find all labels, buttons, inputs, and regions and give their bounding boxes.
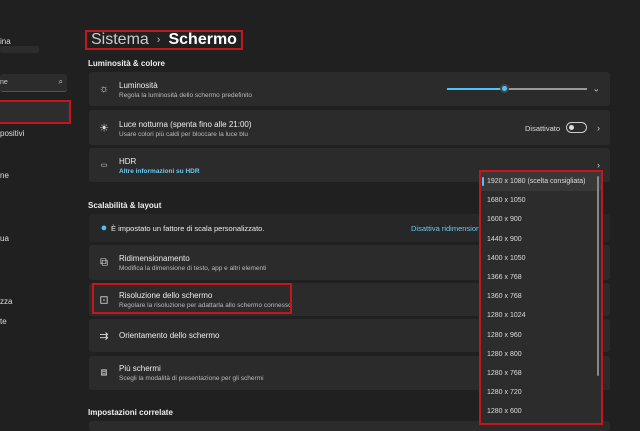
resolution-option[interactable]: 1440 x 900: [481, 230, 601, 249]
resolution-option[interactable]: 1280 x 1024: [481, 306, 601, 325]
sidebar-item[interactable]: zza: [0, 297, 12, 306]
account-email: [0, 46, 39, 53]
search-input[interactable]: ne ⌕: [0, 74, 67, 92]
brightness-slider[interactable]: [447, 84, 587, 93]
card-subtitle: Modifica la dimensione di testo, app e a…: [119, 265, 267, 272]
section-heading: Luminosità & colore: [88, 59, 165, 68]
section-heading: Impostazioni correlate: [88, 408, 173, 417]
sidebar-item[interactable]: te: [0, 317, 7, 326]
chevron-down-icon[interactable]: ⌄: [592, 84, 600, 95]
card-title: Luminosità: [119, 81, 158, 90]
hdr-link[interactable]: Altre informazioni su HDR: [119, 168, 200, 175]
multi-display-icon: ⧈: [100, 366, 108, 379]
sidebar-item-sistema[interactable]: [0, 100, 71, 124]
resolution-option[interactable]: 1400 x 1050: [481, 249, 601, 268]
breadcrumb-parent[interactable]: Sistema: [91, 31, 149, 49]
night-light-card[interactable]: ☀ Luce notturna (spenta fino alle 21:00)…: [89, 110, 610, 145]
search-icon: ⌕: [58, 77, 63, 86]
scrollbar[interactable]: [597, 176, 599, 376]
search-placeholder: ne: [0, 79, 8, 86]
night-light-toggle[interactable]: [566, 122, 587, 133]
resolution-option[interactable]: 1280 x 768: [481, 364, 601, 383]
card-title: Più schermi: [119, 364, 161, 373]
card-title: HDR: [119, 157, 137, 166]
resolution-option[interactable]: 1280 x 800: [481, 345, 601, 364]
sidebar-item-dispositivi[interactable]: positivi: [0, 129, 24, 138]
info-icon: ●: [100, 222, 108, 234]
info-text: È impostato un fattore di scala personal…: [111, 224, 265, 233]
account-name: ina: [0, 37, 11, 46]
page-title: Schermo: [168, 31, 237, 48]
breadcrumb: Sistema › Schermo: [85, 30, 243, 50]
resolution-option[interactable]: 1280 x 720: [481, 383, 601, 402]
resolution-option[interactable]: 1280 x 600: [481, 402, 601, 421]
sun-icon: ☼: [98, 83, 110, 95]
hdr-icon: ▭: [100, 162, 108, 169]
resolution-option[interactable]: 1920 x 1080 (scelta consigliata): [481, 172, 601, 192]
card-subtitle: Regola la luminosità dello schermo prede…: [119, 92, 252, 99]
toggle-state: Disattivato: [525, 124, 561, 133]
section-heading: Scalabilità & layout: [88, 201, 162, 210]
card-title: Ridimensionamento: [119, 254, 190, 263]
scale-icon: ⧉: [100, 256, 108, 268]
orientation-icon: ⇉: [99, 330, 109, 342]
resolution-option[interactable]: 1366 x 768: [481, 268, 601, 287]
resolution-option[interactable]: 1360 x 768: [481, 287, 601, 306]
chevron-right-icon[interactable]: ›: [597, 160, 600, 170]
card-title: Luce notturna (spenta fino alle 21:00): [119, 120, 252, 129]
highlight-box: [92, 283, 292, 314]
sidebar-item[interactable]: ne: [0, 171, 9, 180]
resolution-option[interactable]: 1600 x 900: [481, 210, 601, 229]
card-title: Orientamento dello schermo: [119, 331, 220, 340]
resolution-option[interactable]: 1280 x 960: [481, 326, 601, 345]
card-subtitle: Usare colori più caldi per bloccare la l…: [119, 131, 248, 138]
resolution-dropdown[interactable]: 1920 x 1080 (scelta consigliata) 1680 x 1…: [479, 170, 603, 425]
resolution-option[interactable]: 1680 x 1050: [481, 191, 601, 210]
slider-thumb[interactable]: [500, 84, 509, 93]
sidebar: ina ne ⌕ positivi ne ua zza te: [0, 0, 76, 426]
night-light-icon: ☀: [99, 122, 109, 134]
sidebar-item[interactable]: ua: [0, 234, 9, 243]
card-subtitle: Scegli la modalità di presentazione per …: [119, 375, 264, 382]
breadcrumb-separator: ›: [156, 34, 161, 46]
chevron-right-icon[interactable]: ›: [597, 123, 600, 133]
